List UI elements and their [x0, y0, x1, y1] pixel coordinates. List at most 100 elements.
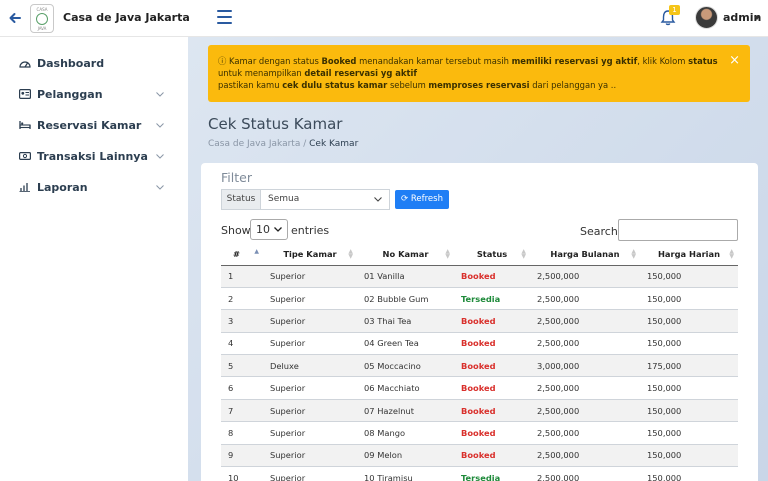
cell-tipe-kamar: Superior: [263, 287, 357, 311]
table-row: 6 Superior 06 Macchiato Booked 2,500,000 150,…: [221, 376, 738, 400]
page-title: Cek Status Kamar: [208, 115, 343, 133]
cell-harga-harian: 150,000: [640, 287, 738, 311]
cell-harga-bulanan: 2,500,000: [530, 332, 640, 356]
money-icon: [19, 152, 31, 160]
cell-tipe-kamar: Superior: [263, 466, 357, 481]
cell-harga-harian: 150,000: [640, 399, 738, 423]
cell-harga-bulanan: 2,500,000: [530, 287, 640, 311]
cell-number: 2: [221, 287, 263, 311]
bar-chart-icon: [19, 183, 30, 192]
chevron-down-icon: [156, 153, 164, 159]
chevron-down-icon: [374, 197, 382, 202]
column-header-harga-bulanan[interactable]: Harga Bulanan ▲ ▼: [530, 243, 640, 266]
sidebar-item-transaksi-lainnya[interactable]: Transaksi Lainnya: [0, 146, 188, 166]
table-row: 10 Superior 10 Tiramisu Tersedia 2,500,000 15…: [221, 466, 738, 481]
cell-no-kamar: 09 Melon: [357, 444, 454, 468]
cell-number: 1: [221, 265, 263, 288]
back-arrow-icon[interactable]: [8, 11, 22, 25]
cell-number: 6: [221, 376, 263, 400]
entries-label: entries: [291, 224, 330, 237]
column-header-no-kamar[interactable]: No Kamar ▲ ▼: [357, 243, 454, 266]
alert-text: menandakan kamar tersebut masih: [356, 56, 512, 66]
cell-number: 10: [221, 466, 263, 481]
cell-status[interactable]: Booked: [454, 399, 530, 423]
top-navbar: CASA JAVA Casa de Java Jakarta 1 admin: [0, 0, 768, 37]
alert-text-bold: memiliki reservasi yg aktif: [511, 56, 638, 66]
app-logo[interactable]: CASA JAVA: [30, 4, 54, 33]
cell-harga-harian: 150,000: [640, 376, 738, 400]
column-header-tipe-kamar[interactable]: Tipe Kamar ▲ ▼: [263, 243, 357, 266]
status-filter-value: Semua: [268, 194, 300, 204]
cell-number: 4: [221, 332, 263, 356]
bed-icon: [19, 121, 31, 129]
refresh-button[interactable]: ⟳ Refresh: [395, 190, 449, 209]
cell-tipe-kamar: Superior: [263, 399, 357, 423]
app-title[interactable]: Casa de Java Jakarta: [63, 11, 190, 24]
cell-status[interactable]: Tersedia: [454, 466, 530, 481]
room-status-table: # ▲ Tipe Kamar ▲ ▼ No Kamar ▲ ▼ Status ▲ ▼ Harg…: [221, 243, 738, 481]
sidebar-item-dashboard[interactable]: Dashboard: [0, 53, 188, 73]
cell-status[interactable]: Booked: [454, 265, 530, 288]
cell-tipe-kamar: Superior: [263, 444, 357, 468]
alert-text: dari pelanggan ya ..: [529, 80, 617, 90]
search-input[interactable]: [618, 219, 738, 241]
search-label: Search:: [580, 225, 622, 238]
alert-text-bold: cek dulu status kamar: [282, 80, 388, 90]
close-icon[interactable]: ×: [729, 54, 740, 67]
chevron-down-icon: [156, 184, 164, 190]
cell-status[interactable]: Booked: [454, 421, 530, 445]
sidebar-item-pelanggan[interactable]: Pelanggan: [0, 84, 188, 104]
sidebar-item-label: Pelanggan: [37, 87, 103, 101]
cell-number: 7: [221, 399, 263, 423]
cell-harga-bulanan: 2,500,000: [530, 399, 640, 423]
alert-text-bold: memproses reservasi: [428, 80, 530, 90]
alert-text-bold: detail reservasi yg aktif: [304, 68, 417, 78]
caret-down-icon[interactable]: [754, 16, 760, 20]
cell-no-kamar: 02 Bubble Gum: [357, 287, 454, 311]
cell-status[interactable]: Booked: [454, 354, 530, 378]
cell-harga-bulanan: 2,500,000: [530, 376, 640, 400]
logo-emblem-icon: [36, 12, 48, 25]
cell-harga-bulanan: 2,500,000: [530, 421, 640, 445]
cell-status[interactable]: Booked: [454, 376, 530, 400]
column-header-harga-harian[interactable]: Harga Harian ▲ ▼: [640, 243, 738, 266]
breadcrumb-separator: /: [303, 139, 307, 149]
cell-status[interactable]: Booked: [454, 444, 530, 468]
cell-harga-harian: 175,000: [640, 354, 738, 378]
column-header-number[interactable]: # ▲: [221, 243, 263, 266]
cell-tipe-kamar: Superior: [263, 376, 357, 400]
status-filter-select[interactable]: Semua: [261, 189, 390, 210]
table-row: 3 Superior 03 Thai Tea Booked 2,500,000 150,0…: [221, 309, 738, 333]
cell-tipe-kamar: Superior: [263, 332, 357, 356]
alert-text: , klik Kolom: [637, 56, 689, 66]
breadcrumb-home[interactable]: Casa de Java Jakarta: [208, 139, 300, 149]
alert-text: sebelum: [387, 80, 429, 90]
cell-no-kamar: 10 Tiramisu: [357, 466, 454, 481]
entries-length-value: 10: [256, 223, 270, 236]
cell-harga-bulanan: 2,500,000: [530, 466, 640, 481]
refresh-icon: ⟳: [401, 194, 409, 204]
table-row: 4 Superior 04 Green Tea Booked 2,500,000 150,…: [221, 332, 738, 356]
alert-text: untuk menampilkan: [218, 68, 305, 78]
cell-status[interactable]: Tersedia: [454, 287, 530, 311]
sidebar-item-laporan[interactable]: Laporan: [0, 177, 188, 197]
entries-length-select[interactable]: 10: [250, 219, 288, 240]
user-avatar[interactable]: [695, 6, 718, 29]
hamburger-menu-icon[interactable]: [217, 10, 232, 24]
status-card: Filter Status Semua ⟳ Refresh Show 10 en…: [201, 163, 758, 481]
cell-harga-bulanan: 3,000,000: [530, 354, 640, 378]
sidebar-item-reservasi-kamar[interactable]: Reservasi Kamar: [0, 115, 188, 135]
cell-status[interactable]: Booked: [454, 309, 530, 333]
sidebar-item-label: Laporan: [37, 180, 88, 194]
cell-harga-harian: 150,000: [640, 444, 738, 468]
column-header-status[interactable]: Status ▲ ▼: [454, 243, 530, 266]
table-row: 1 Superior 01 Vanilla Booked 2,500,000 150,00…: [221, 265, 738, 288]
dashboard-icon: [19, 61, 31, 68]
cell-no-kamar: 01 Vanilla: [357, 265, 454, 288]
sidebar-item-label: Transaksi Lainnya: [37, 149, 148, 163]
cell-status[interactable]: Booked: [454, 332, 530, 356]
main-content: ⓘ Kamar dengan status Booked menandakan …: [188, 37, 768, 481]
filter-title: Filter: [221, 170, 252, 185]
logo-text-bottom: JAVA: [37, 25, 47, 31]
sidebar-item-label: Dashboard: [37, 56, 105, 70]
